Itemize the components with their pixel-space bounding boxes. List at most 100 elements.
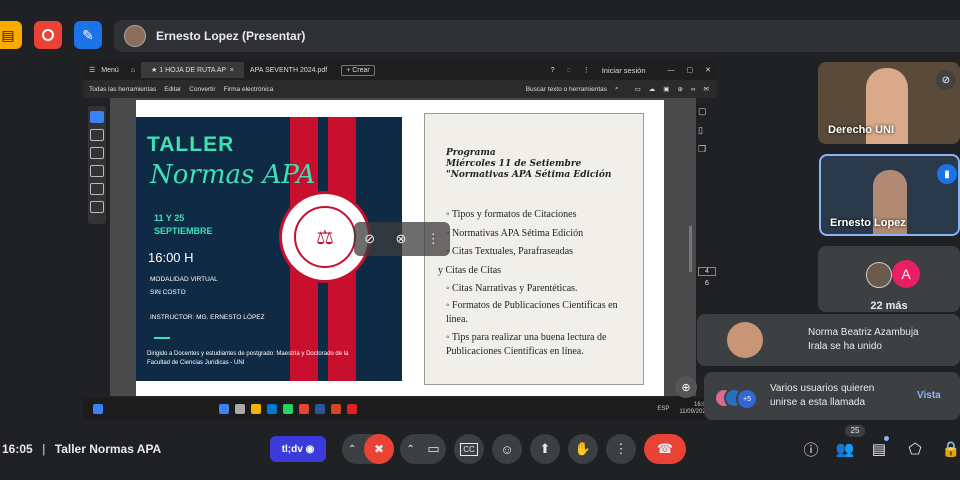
document-scrollbar[interactable] — [689, 226, 692, 272]
files-icon[interactable] — [251, 404, 261, 414]
more-participants-tile[interactable]: A 22 más — [818, 246, 960, 312]
joined-notification[interactable]: Norma Beatriz Azambuja Irala se ha unido — [697, 314, 960, 366]
all-tools-menu[interactable]: Todas las herramientas — [89, 86, 156, 93]
cloud-icon[interactable]: ☁ — [649, 85, 656, 93]
signin-link[interactable]: Iniciar sesión — [596, 66, 652, 75]
pen-tool-icon[interactable] — [90, 147, 104, 159]
select-tool-icon[interactable] — [90, 111, 104, 123]
edit-menu[interactable]: Editar — [164, 86, 181, 93]
mail-icon[interactable]: ✉ — [704, 85, 709, 93]
captions-button[interactable]: CC — [454, 434, 484, 464]
raise-hand-button[interactable]: ✋ — [568, 434, 598, 464]
camera-options-chevron-icon[interactable]: ⌃ — [406, 444, 414, 455]
menu-label[interactable]: Menú — [101, 67, 125, 74]
text-tool-icon[interactable] — [90, 183, 104, 195]
more-options-button[interactable]: ⋮ — [606, 434, 636, 464]
participant-avatar — [866, 262, 892, 288]
activity-icon[interactable]: ▤ — [0, 21, 22, 49]
comment-icon[interactable]: ▢ — [698, 106, 716, 117]
info-icon: ⓘ — [803, 441, 819, 459]
more-count-label: 22 más — [870, 300, 908, 312]
word-icon[interactable] — [315, 404, 325, 414]
present-icon: ⬆ — [539, 441, 551, 456]
maximize-icon[interactable]: ▢ — [681, 66, 700, 74]
whatsapp-icon[interactable] — [283, 404, 293, 414]
tray-lang[interactable]: ESP — [657, 406, 669, 412]
end-call-button[interactable]: ☎ — [644, 434, 686, 464]
people-icon: 👥 — [835, 441, 855, 458]
presenter-label: Ernesto Lopez (Presentar) — [156, 29, 306, 43]
poster-dirigido-line1: Dirigido a Docentes y estudiantes de pos… — [147, 351, 349, 357]
taskbar-search-icon[interactable] — [235, 404, 245, 414]
draw-tool-icon[interactable] — [90, 165, 104, 177]
minimize-icon[interactable]: — — [662, 67, 681, 74]
window-title-bar: ☰ Menú ⌂ ★ 1 HOJA DE RUTA AP × APA SEVEN… — [83, 60, 717, 80]
meeting-details-button[interactable]: ⓘ — [798, 434, 824, 464]
mic-controls[interactable]: ⌃ ✖ — [342, 434, 394, 464]
widgets-icon[interactable] — [93, 404, 103, 414]
mute-audio-icon[interactable]: ⊗ — [395, 231, 406, 247]
join-request-notification[interactable]: +5 Varios usuarios quieren unirse a esta… — [704, 372, 960, 420]
link-icon[interactable]: ∞ — [691, 86, 696, 93]
zoom-icon[interactable]: ⊕ — [677, 85, 682, 93]
view-requests-button[interactable]: Vista — [917, 390, 941, 401]
host-controls-button[interactable]: 🔒 — [938, 434, 960, 464]
mic-options-chevron-icon[interactable]: ⌃ — [348, 444, 356, 455]
start-icon[interactable] — [219, 404, 229, 414]
tab-hoja-de-ruta[interactable]: ★ 1 HOJA DE RUTA AP × — [141, 62, 244, 78]
participant-tile-speaking[interactable]: ▮ Ernesto Lopez — [819, 154, 960, 236]
join-request-line2: unirse a esta llamada — [770, 397, 866, 408]
join-request-text: Varios usuarios quieren unirse a esta ll… — [770, 382, 874, 410]
stop-presenting-icon[interactable]: ⊘ — [364, 231, 375, 247]
edge-icon[interactable] — [267, 404, 277, 414]
record-icon[interactable] — [34, 21, 62, 49]
more-vert-icon: ⋮ — [614, 441, 628, 456]
programa-header: Programa Miércoles 11 de Setiembre "Norm… — [446, 148, 611, 181]
search-tools[interactable]: Buscar texto o herramientas — [526, 86, 607, 93]
present-button[interactable]: ⬆ — [530, 434, 560, 464]
page-number[interactable]: 4 — [698, 267, 716, 276]
bookmark-icon[interactable]: ▯ — [698, 125, 716, 136]
scales-icon: ⚖ — [294, 206, 356, 268]
list-item: ◦ Tips para realizar una buena lectura d… — [446, 331, 607, 357]
chrome-icon[interactable] — [299, 404, 309, 414]
mic-off-button[interactable]: ✖ — [364, 434, 394, 464]
comment-tool-icon[interactable] — [90, 129, 104, 141]
more-options-icon[interactable]: ⋮ — [427, 231, 440, 247]
new-tab-button[interactable]: + Crear — [341, 64, 375, 76]
convert-menu[interactable]: Convertir — [189, 86, 215, 93]
acrobat-icon[interactable] — [347, 404, 357, 414]
search-icon[interactable]: ⌕ — [615, 85, 619, 93]
home-icon[interactable]: ⌂ — [125, 67, 141, 74]
poster-normas: Normas APA — [150, 160, 316, 190]
presenter-pill[interactable]: Ernesto Lopez (Presentar) — [114, 20, 960, 52]
apps-icon[interactable]: ⋮ — [577, 66, 596, 74]
speaking-icon: ▮ — [937, 164, 957, 184]
reactions-button[interactable]: ☺ — [492, 434, 522, 464]
zoom-in-icon[interactable]: ⊕ — [675, 376, 697, 398]
sign-tool-icon[interactable] — [90, 201, 104, 213]
camera-controls[interactable]: ⌃ ▭ — [400, 434, 446, 464]
pages-icon[interactable]: ❐ — [698, 144, 716, 155]
whiteboard-icon[interactable]: ✎ — [74, 21, 102, 49]
join-request-line1: Varios usuarios quieren — [770, 383, 875, 394]
powerpoint-icon[interactable] — [331, 404, 341, 414]
save-icon[interactable]: ▣ — [663, 85, 669, 93]
notifications-icon[interactable]: ◌ — [561, 67, 577, 74]
print-icon[interactable]: ▭ — [635, 85, 641, 93]
activities-button[interactable]: ⬠ — [902, 434, 928, 464]
close-window-icon[interactable]: ✕ — [699, 66, 717, 74]
participant-tile[interactable]: ⊘ Derecho UNI — [818, 62, 960, 144]
programa-date: Miércoles 11 de Setiembre — [446, 159, 582, 169]
esign-menu[interactable]: Firma electrónica — [224, 86, 274, 93]
lock-person-icon: 🔒 — [941, 441, 960, 458]
tldv-extension-chip[interactable]: tl;dv ◉ — [270, 436, 326, 462]
menu-icon[interactable]: ☰ — [83, 66, 101, 74]
help-icon[interactable]: ? — [545, 67, 561, 74]
participant-name: Ernesto Lopez — [830, 217, 906, 229]
tab-apa-seventh[interactable]: APA SEVENTH 2024.pdf — [244, 67, 333, 74]
people-button[interactable]: 👥 — [832, 434, 858, 464]
camera-icon[interactable]: ▭ — [427, 441, 439, 457]
mic-off-icon: ⊘ — [936, 70, 956, 90]
left-tool-panel — [88, 106, 106, 224]
